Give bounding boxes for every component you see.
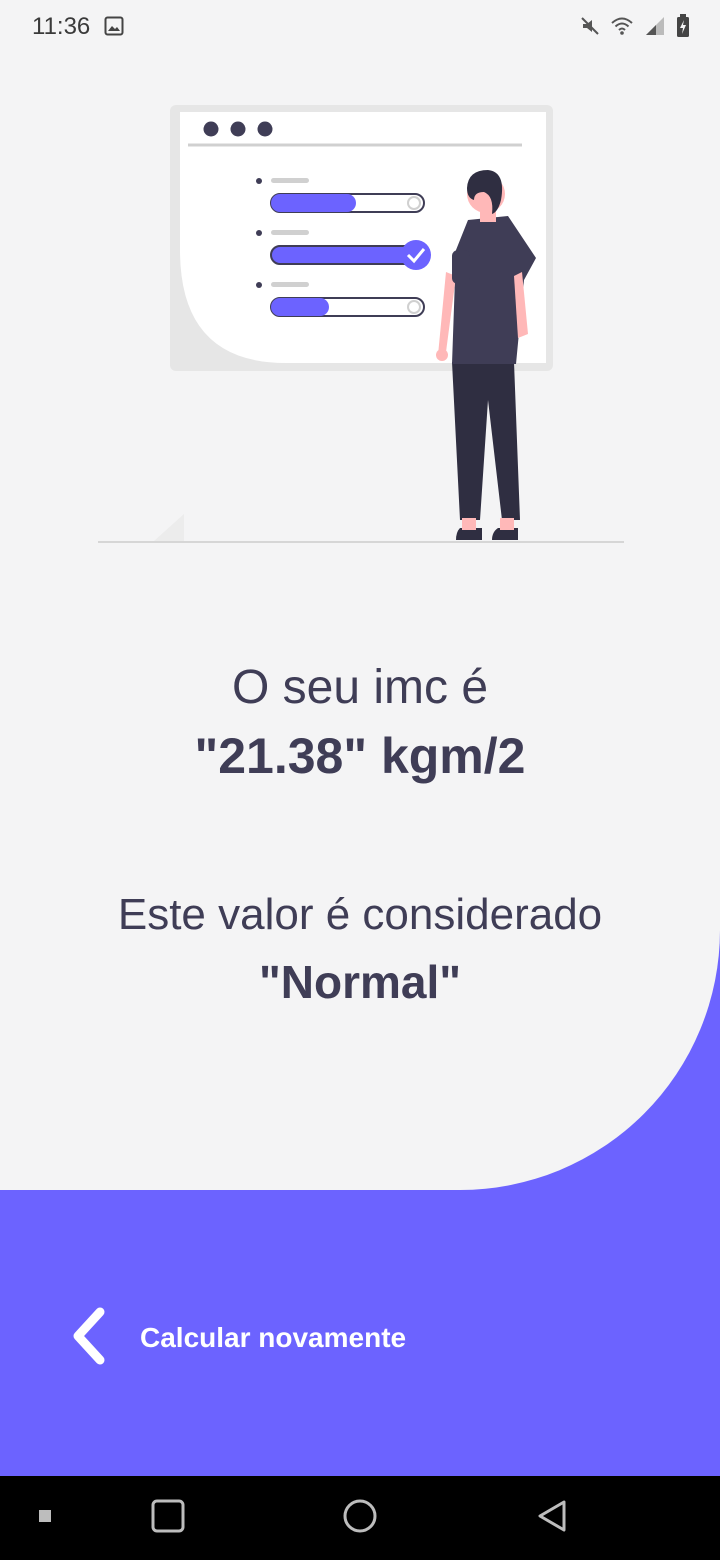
bmi-result: O seu imc é "21.38" kgm/2 bbox=[0, 656, 720, 792]
recalculate-label: Calcular novamente bbox=[140, 1322, 407, 1353]
chevron-left-icon bbox=[62, 1304, 112, 1373]
classification-label: Este valor é considerado bbox=[117, 890, 603, 939]
person-viewing-checklist-illustration bbox=[96, 100, 626, 550]
system-navigation-bar bbox=[0, 1476, 720, 1560]
home-icon bbox=[342, 1498, 378, 1539]
overview-button[interactable] bbox=[138, 1476, 198, 1560]
home-button[interactable] bbox=[328, 1476, 392, 1560]
bmi-classification: Este valor é considerado "Normal" bbox=[0, 884, 720, 1018]
bmi-result-value: "21.38" kgm/2 bbox=[194, 728, 526, 784]
classification-value: "Normal" bbox=[258, 956, 462, 1008]
recent-apps-icon bbox=[38, 1509, 52, 1528]
recalculate-button[interactable]: Calcular novamente bbox=[62, 1300, 406, 1376]
status-time: 11:36 bbox=[32, 13, 91, 40]
wifi-icon bbox=[610, 16, 634, 36]
status-icons bbox=[580, 14, 690, 38]
back-icon bbox=[534, 1498, 570, 1539]
status-bar: 11:36 bbox=[0, 0, 720, 56]
gallery-icon bbox=[104, 16, 124, 36]
signal-icon bbox=[644, 15, 666, 37]
battery-icon bbox=[676, 14, 690, 38]
square-icon bbox=[151, 1499, 185, 1538]
back-button[interactable] bbox=[520, 1476, 584, 1560]
recent-apps-button[interactable] bbox=[20, 1476, 70, 1560]
mute-icon bbox=[580, 16, 600, 36]
bmi-result-label: O seu imc é bbox=[231, 661, 489, 714]
